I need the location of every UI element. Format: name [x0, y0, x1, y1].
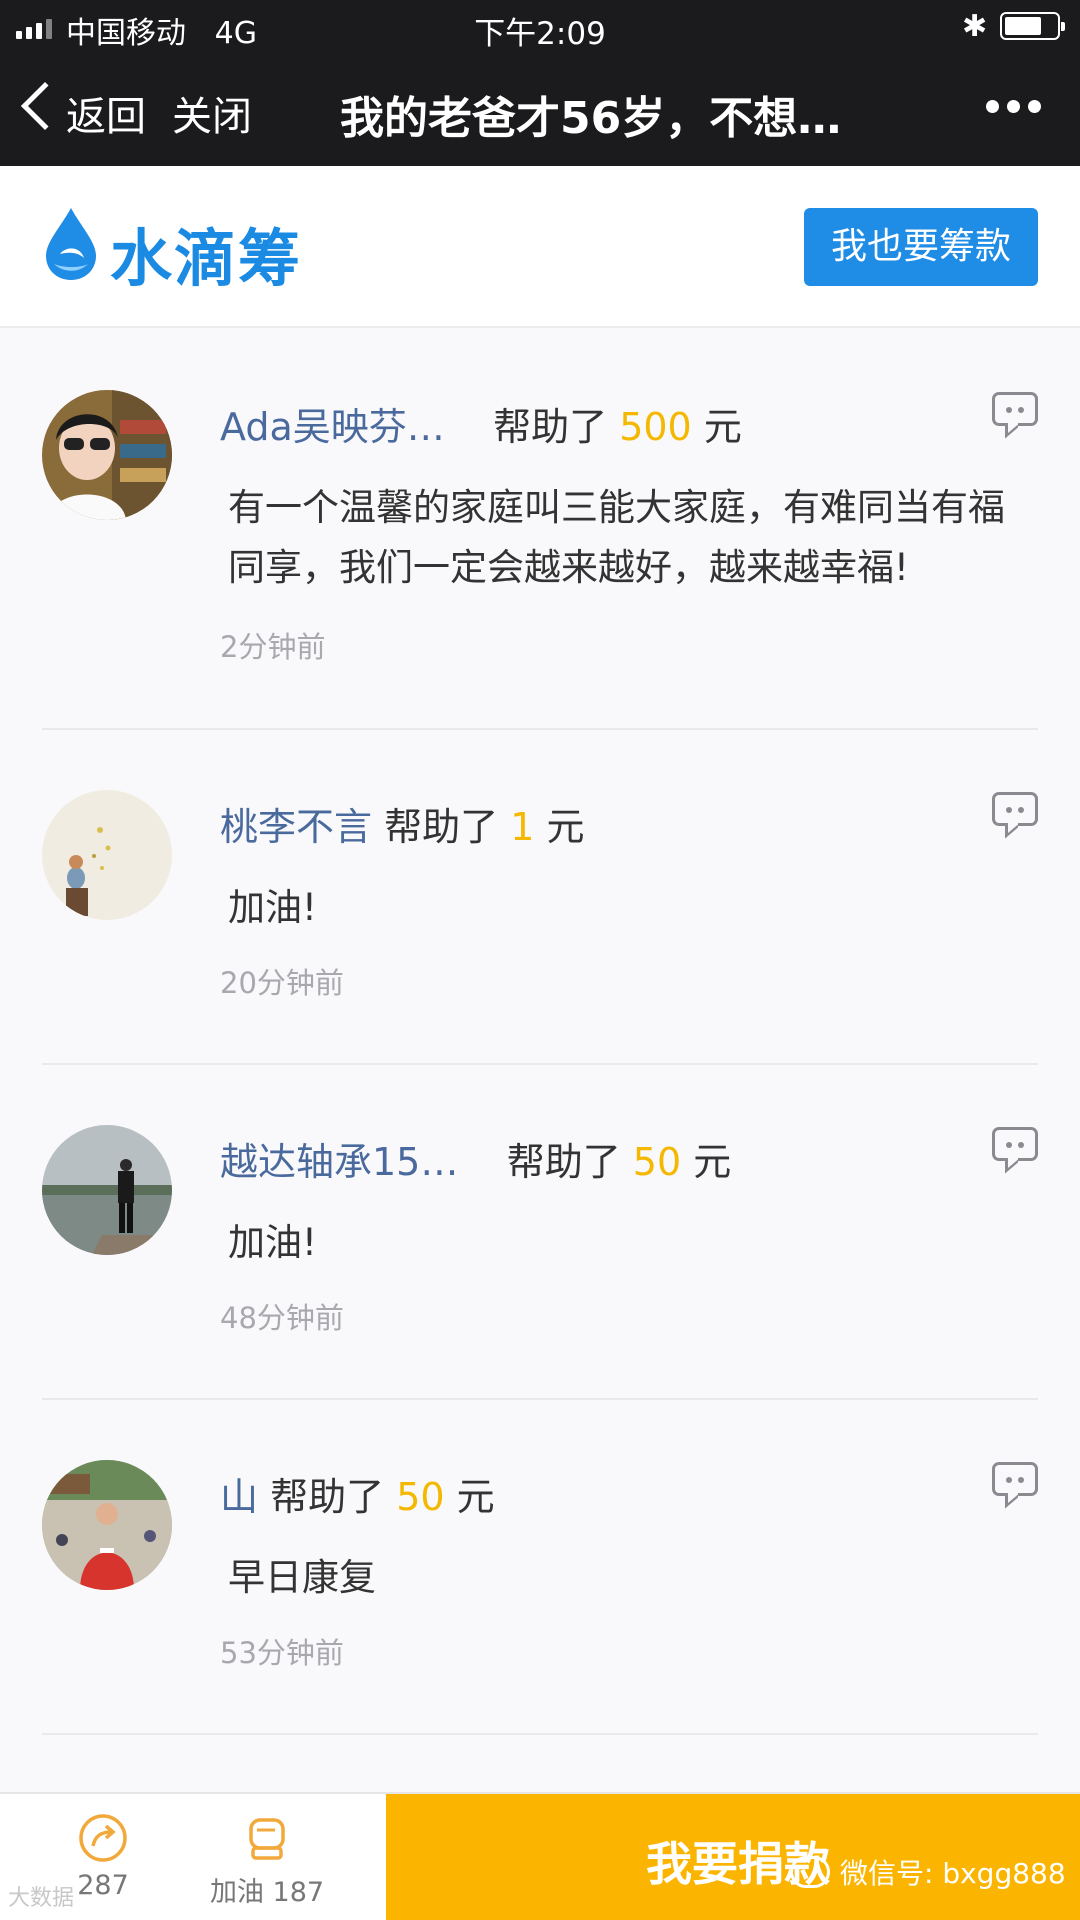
comment-icon[interactable] [992, 1462, 1038, 1496]
avatar[interactable] [42, 390, 172, 520]
currency-unit: 元 [703, 405, 742, 449]
cheer-fist-icon [249, 1818, 285, 1860]
helped-text: 帮助了 [384, 805, 499, 849]
donor-message: 早日康复 [228, 1556, 376, 1599]
avatar[interactable] [42, 1125, 172, 1255]
currency-unit: 元 [546, 805, 585, 849]
currency-unit: 元 [693, 1140, 732, 1184]
clock: 下午2:09 [474, 16, 606, 52]
currency-unit: 元 [456, 1475, 495, 1519]
bluetooth-icon: ✱ [962, 9, 988, 44]
timestamp: 2分钟前 [220, 630, 326, 664]
source-watermark: 大数据 [8, 1886, 75, 1911]
comment-icon[interactable] [992, 392, 1038, 426]
top-bar: 中国移动 4G 下午2:09 ✱ 返回 关闭 我的老爸才56岁，不想… [0, 0, 1080, 166]
cheer-label: 加油 187 [209, 1877, 325, 1908]
divider [42, 1733, 1038, 1735]
chevron-left-icon[interactable] [20, 81, 70, 131]
wechat-watermark: 微信号: bxgg888 [790, 1852, 1066, 1892]
helped-text: 帮助了 [493, 405, 608, 449]
avatar[interactable] [42, 1460, 172, 1590]
donor-name[interactable]: Ada吴映芬… [220, 405, 445, 449]
donor-message: 有一个温馨的家庭叫三能大家庭，有难同当有福同享，我们一定会越来越好，越来越幸福! [228, 486, 1005, 589]
comment-icon[interactable] [992, 792, 1038, 826]
helped-text: 帮助了 [270, 1475, 385, 1519]
close-button[interactable]: 关闭 [172, 84, 252, 142]
donation-list: Ada吴映芬… 帮助了 500 元 有一个温馨的家庭叫三能大家庭，有难同当有福同… [0, 330, 1080, 1735]
avatar[interactable] [42, 790, 172, 920]
timestamp: 53分钟前 [220, 1636, 344, 1670]
helped-text: 帮助了 [506, 1140, 621, 1184]
donor-name[interactable]: 山 [220, 1475, 258, 1519]
back-button[interactable]: 返回 [66, 84, 146, 142]
more-menu-icon[interactable] [986, 100, 1041, 113]
donation-amount: 500 [619, 405, 692, 449]
status-bar: 中国移动 4G 下午2:09 ✱ [0, 0, 1080, 56]
timestamp: 48分钟前 [220, 1301, 344, 1335]
brand-name: 水滴筹 [110, 222, 303, 295]
share-icon [79, 1814, 127, 1862]
list-item: 山 帮助了 50 元 早日康复 53分钟前 [0, 1400, 1080, 1735]
donor-line: 桃李不言 帮助了 1 元 [220, 796, 585, 851]
donor-name[interactable]: 桃李不言 [220, 805, 372, 849]
list-item: Ada吴映芬… 帮助了 500 元 有一个温馨的家庭叫三能大家庭，有难同当有福同… [0, 330, 1080, 730]
wechat-icon [790, 1856, 830, 1888]
comment-icon[interactable] [992, 1127, 1038, 1161]
donation-amount: 50 [396, 1475, 445, 1519]
donor-message: 加油! [228, 886, 317, 929]
donation-amount: 50 [632, 1140, 682, 1184]
water-drop-logo-icon [46, 208, 96, 280]
donation-amount: 1 [510, 805, 535, 849]
donor-line: Ada吴映芬… 帮助了 500 元 [220, 396, 742, 451]
donor-name[interactable]: 越达轴承15… [220, 1140, 458, 1184]
list-item: 越达轴承15… 帮助了 50 元 加油! 48分钟前 [0, 1065, 1080, 1400]
page-title: 我的老爸才56岁，不想… [340, 93, 842, 144]
cheer-tab[interactable]: 加油 187 [192, 1812, 342, 1909]
donor-line: 越达轴承15… 帮助了 50 元 [220, 1131, 731, 1186]
battery-icon [1000, 12, 1065, 40]
start-fundraising-button[interactable]: 我也要筹款 [804, 208, 1038, 286]
donor-line: 山 帮助了 50 元 [220, 1466, 495, 1521]
brand-header: 水滴筹 我也要筹款 [0, 166, 1080, 328]
list-item: 桃李不言 帮助了 1 元 加油! 20分钟前 [0, 730, 1080, 1065]
timestamp: 20分钟前 [220, 966, 344, 1000]
nav-bar: 返回 关闭 我的老爸才56岁，不想… [0, 56, 1080, 166]
donor-message: 加油! [228, 1221, 317, 1264]
